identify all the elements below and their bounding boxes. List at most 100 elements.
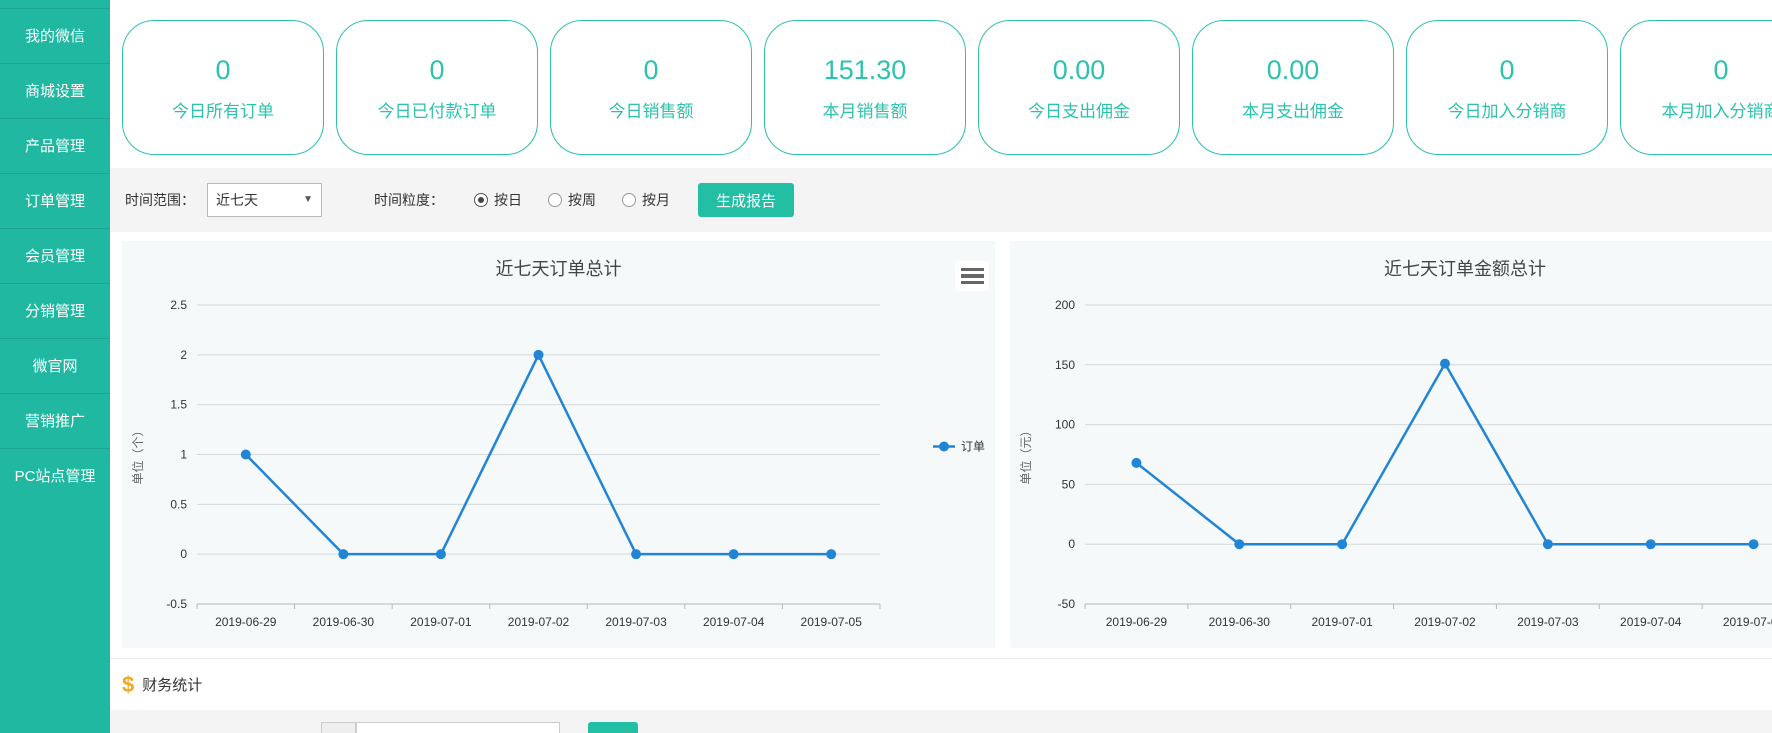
svg-text:200: 200 (1055, 298, 1075, 312)
svg-text:150: 150 (1055, 358, 1075, 372)
sidebar-item-marketing[interactable]: 营销推广 (0, 393, 110, 448)
time-range-label: 时间范围： (125, 190, 195, 210)
svg-text:-50: -50 (1058, 597, 1076, 611)
radio-label: 按日 (494, 190, 522, 210)
main-content: 0 今日所有订单 0 今日已付款订单 0 今日销售额 151.30 本月销售额 … (110, 0, 1772, 733)
stat-label: 今日支出佣金 (1028, 97, 1130, 122)
svg-text:2019-07-02: 2019-07-02 (508, 615, 570, 629)
stat-label: 今日销售额 (609, 97, 694, 122)
svg-text:近七天订单总计: 近七天订单总计 (496, 259, 622, 279)
order-amount-chart-panel: -50 0 50 100 150 200 2019-06-29 2019-06-30 2019-… (1010, 241, 1772, 648)
calendar-addon-box (321, 722, 356, 733)
legend-订单[interactable]: 订单 (933, 440, 985, 454)
svg-text:2019-06-30: 2019-06-30 (313, 615, 375, 629)
sidebar: 我的微信 商城设置 产品管理 订单管理 会员管理 分销管理 微官网 营销推广 P… (0, 0, 110, 733)
sidebar-item-orders[interactable]: 订单管理 (0, 173, 110, 228)
svg-text:0: 0 (1068, 537, 1075, 551)
finance-section-header: $ 财务统计 (110, 658, 1772, 710)
svg-text:2019-07-05: 2019-07-05 (801, 615, 863, 629)
stat-value: 0.00 (1267, 53, 1320, 87)
svg-text:近七天订单金额总计: 近七天订单金额总计 (1384, 259, 1546, 279)
radio-label: 按月 (642, 190, 670, 210)
stat-value: 0 (429, 53, 444, 87)
radio-by-month[interactable]: 按月 (622, 190, 670, 210)
sidebar-item-pc-site[interactable]: PC站点管理 (0, 448, 110, 503)
stat-label: 今日加入分销商 (1448, 97, 1567, 122)
svg-text:1: 1 (180, 448, 187, 462)
svg-text:订单: 订单 (961, 440, 985, 454)
orders-chart-panel: -0.5 0 0.5 1 1.5 2 2.5 2019-06-29 2019-06-30 2019… (122, 241, 995, 648)
stat-card-today-distributors: 0 今日加入分销商 (1406, 20, 1608, 155)
svg-text:2: 2 (180, 348, 187, 362)
stat-card-month-sales: 151.30 本月销售额 (764, 20, 966, 155)
finance-search-button[interactable] (588, 722, 638, 733)
stat-card-month-distributors: 0 本月加入分销商 (1620, 20, 1772, 155)
stat-value: 0 (643, 53, 658, 87)
chevron-down-icon: ▼ (303, 184, 313, 216)
radio-icon (474, 193, 488, 207)
stat-label: 今日已付款订单 (378, 97, 497, 122)
stat-value: 151.30 (824, 53, 907, 87)
radio-by-week[interactable]: 按周 (548, 190, 596, 210)
stat-card-month-commission: 0.00 本月支出佣金 (1192, 20, 1394, 155)
stat-label: 本月销售额 (823, 97, 908, 122)
sidebar-menu: 我的微信 商城设置 产品管理 订单管理 会员管理 分销管理 微官网 营销推广 P… (0, 8, 110, 503)
stat-card-today-paid-orders: 0 今日已付款订单 (336, 20, 538, 155)
sidebar-item-distribution[interactable]: 分销管理 (0, 283, 110, 338)
finance-filter-bar (110, 710, 1772, 733)
y-axis-name: 单位（元） (1018, 424, 1033, 484)
stat-cards-section: 0 今日所有订单 0 今日已付款订单 0 今日销售额 151.30 本月销售额 … (110, 0, 1772, 168)
svg-text:2019-07-03: 2019-07-03 (605, 615, 667, 629)
svg-text:2019-07-04: 2019-07-04 (703, 615, 765, 629)
orders-line-chart: -0.5 0 0.5 1 1.5 2 2.5 2019-06-29 2019-06-30 2019… (122, 241, 995, 648)
stat-value: 0.00 (1053, 53, 1106, 87)
stat-cards-row: 0 今日所有订单 0 今日已付款订单 0 今日销售额 151.30 本月销售额 … (122, 20, 1772, 155)
svg-text:0.5: 0.5 (170, 497, 187, 511)
svg-text:2019-07-04: 2019-07-04 (1620, 615, 1682, 629)
radio-icon (548, 193, 562, 207)
stat-value: 0 (215, 53, 230, 87)
stat-label: 本月支出佣金 (1242, 97, 1344, 122)
dollar-icon: $ (122, 672, 134, 698)
svg-text:2019-07-03: 2019-07-03 (1517, 615, 1579, 629)
sidebar-item-shop-settings[interactable]: 商城设置 (0, 63, 110, 118)
filter-bar: 时间范围： 近七天 ▼ 时间粒度： 按日 按周 按月 生成报告 (110, 168, 1772, 232)
radio-by-day[interactable]: 按日 (474, 190, 522, 210)
generate-report-button[interactable]: 生成报告 (698, 183, 794, 217)
stat-card-today-orders: 0 今日所有订单 (122, 20, 324, 155)
svg-text:100: 100 (1055, 418, 1075, 432)
charts-section: -0.5 0 0.5 1 1.5 2 2.5 2019-06-29 2019-06-30 2019… (110, 232, 1772, 658)
svg-text:2.5: 2.5 (170, 298, 187, 312)
svg-text:50: 50 (1062, 477, 1076, 491)
svg-text:2019-07-01: 2019-07-01 (1311, 615, 1373, 629)
sidebar-item-products[interactable]: 产品管理 (0, 118, 110, 173)
svg-text:2019-06-30: 2019-06-30 (1209, 615, 1271, 629)
stat-label: 本月加入分销商 (1662, 97, 1772, 122)
radio-icon (622, 193, 636, 207)
stat-value: 0 (1713, 53, 1728, 87)
stat-label: 今日所有订单 (172, 97, 274, 122)
radio-label: 按周 (568, 190, 596, 210)
sidebar-item-wechat[interactable]: 我的微信 (0, 8, 110, 63)
granularity-label: 时间粒度： (374, 190, 444, 210)
finance-title: 财务统计 (142, 674, 202, 695)
finance-date-input[interactable] (356, 722, 560, 733)
y-axis-name: 单位（个） (130, 424, 145, 484)
order-amount-line-chart: -50 0 50 100 150 200 2019-06-29 2019-06-30 2019-… (1010, 241, 1772, 648)
svg-text:0: 0 (180, 547, 187, 561)
svg-text:1.5: 1.5 (170, 398, 187, 412)
svg-text:2019-06-29: 2019-06-29 (215, 615, 277, 629)
stat-card-today-sales: 0 今日销售额 (550, 20, 752, 155)
stat-value: 0 (1499, 53, 1514, 87)
sidebar-item-micro-site[interactable]: 微官网 (0, 338, 110, 393)
stat-card-today-commission: 0.00 今日支出佣金 (978, 20, 1180, 155)
time-range-select[interactable]: 近七天 ▼ (207, 183, 322, 217)
svg-text:2019-07-02: 2019-07-02 (1414, 615, 1476, 629)
time-range-value: 近七天 (216, 192, 258, 208)
svg-text:2019-07-05: 2019-07-05 (1723, 615, 1772, 629)
chart-toolbox-dataview-icon[interactable] (955, 261, 989, 291)
svg-text:-0.5: -0.5 (166, 597, 187, 611)
svg-text:2019-06-29: 2019-06-29 (1106, 615, 1168, 629)
svg-text:2019-07-01: 2019-07-01 (410, 615, 472, 629)
sidebar-item-members[interactable]: 会员管理 (0, 228, 110, 283)
